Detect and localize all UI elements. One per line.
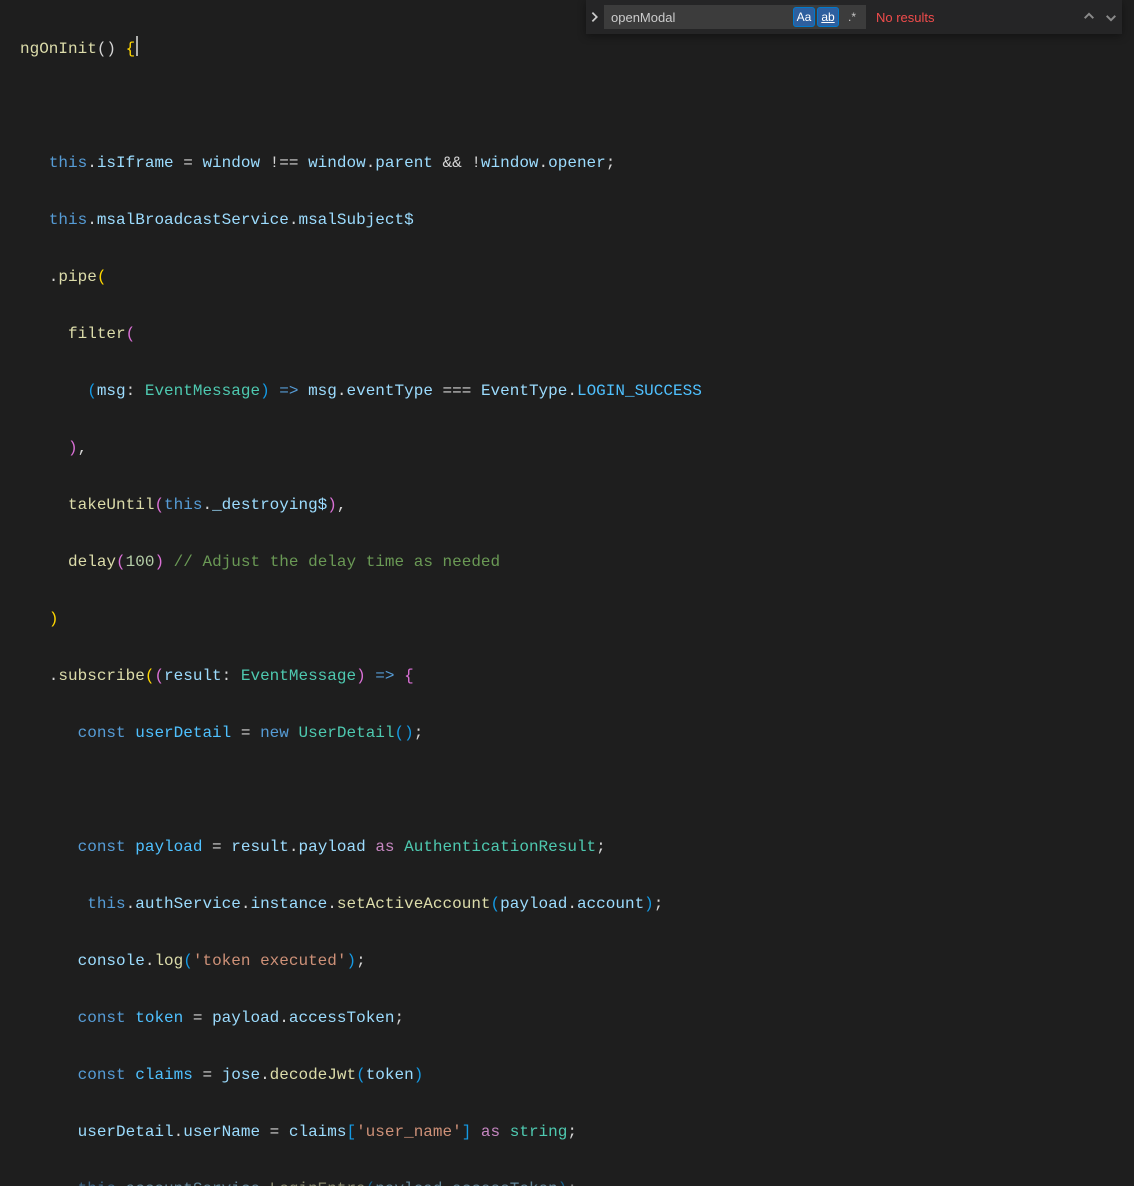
find-input[interactable] (605, 6, 793, 28)
find-next-button[interactable] (1100, 6, 1122, 28)
code-line: this.isIframe = window !== window.parent… (20, 149, 1134, 178)
code-line: ), (20, 434, 1134, 463)
arrow-up-icon (1081, 9, 1097, 25)
find-prev-button[interactable] (1078, 6, 1100, 28)
code-line: userDetail.userName = claims['user_name'… (20, 1118, 1134, 1147)
text-cursor (136, 36, 138, 56)
code-line: const token = payload.accessToken; (20, 1004, 1134, 1033)
tok-pun: () (97, 40, 126, 58)
code-editor[interactable]: ngOnInit() { this.isIframe = window !== … (0, 0, 1134, 593)
code-line: this.authService.instance.setActiveAccou… (20, 890, 1134, 919)
find-widget: Aa ab .* No results (586, 0, 1122, 34)
tok-var: window (202, 154, 260, 172)
code-line: const claims = jose.decodeJwt(token) (20, 1061, 1134, 1090)
code-line: ) (20, 605, 1134, 634)
tok-kw: this (49, 154, 87, 172)
code-line: .subscribe((result: EventMessage) => { (20, 662, 1134, 691)
tok-brace: { (126, 40, 136, 58)
code-line: filter( (20, 320, 1134, 349)
whole-word-toggle[interactable]: ab (817, 7, 839, 27)
tok-prop: isIframe (97, 154, 174, 172)
code-line: const userDetail = new UserDetail(); (20, 719, 1134, 748)
tok-fn: ngOnInit (20, 40, 97, 58)
arrow-down-icon (1103, 9, 1119, 25)
find-replace-toggle[interactable] (586, 0, 604, 34)
code-line (20, 92, 1134, 121)
find-input-container: Aa ab .* (604, 5, 866, 29)
code-line: this.msalBroadcastService.msalSubject$ (20, 206, 1134, 235)
code-line: takeUntil(this._destroying$), (20, 491, 1134, 520)
code-line: .pipe( (20, 263, 1134, 292)
chevron-right-icon (588, 10, 602, 24)
code-line: const payload = result.payload as Authen… (20, 833, 1134, 862)
code-line: console.log('token executed'); (20, 947, 1134, 976)
find-result-count: No results (876, 10, 1070, 25)
code-line: this.accountService.LoginEntra(payload.a… (20, 1175, 1134, 1186)
code-line: ngOnInit() { (20, 35, 1134, 64)
code-line: delay(100) // Adjust the delay time as n… (20, 548, 1134, 577)
match-case-toggle[interactable]: Aa (793, 7, 815, 27)
code-line (20, 776, 1134, 805)
code-line: (msg: EventMessage) => msg.eventType ===… (20, 377, 1134, 406)
regex-toggle[interactable]: .* (841, 7, 863, 27)
